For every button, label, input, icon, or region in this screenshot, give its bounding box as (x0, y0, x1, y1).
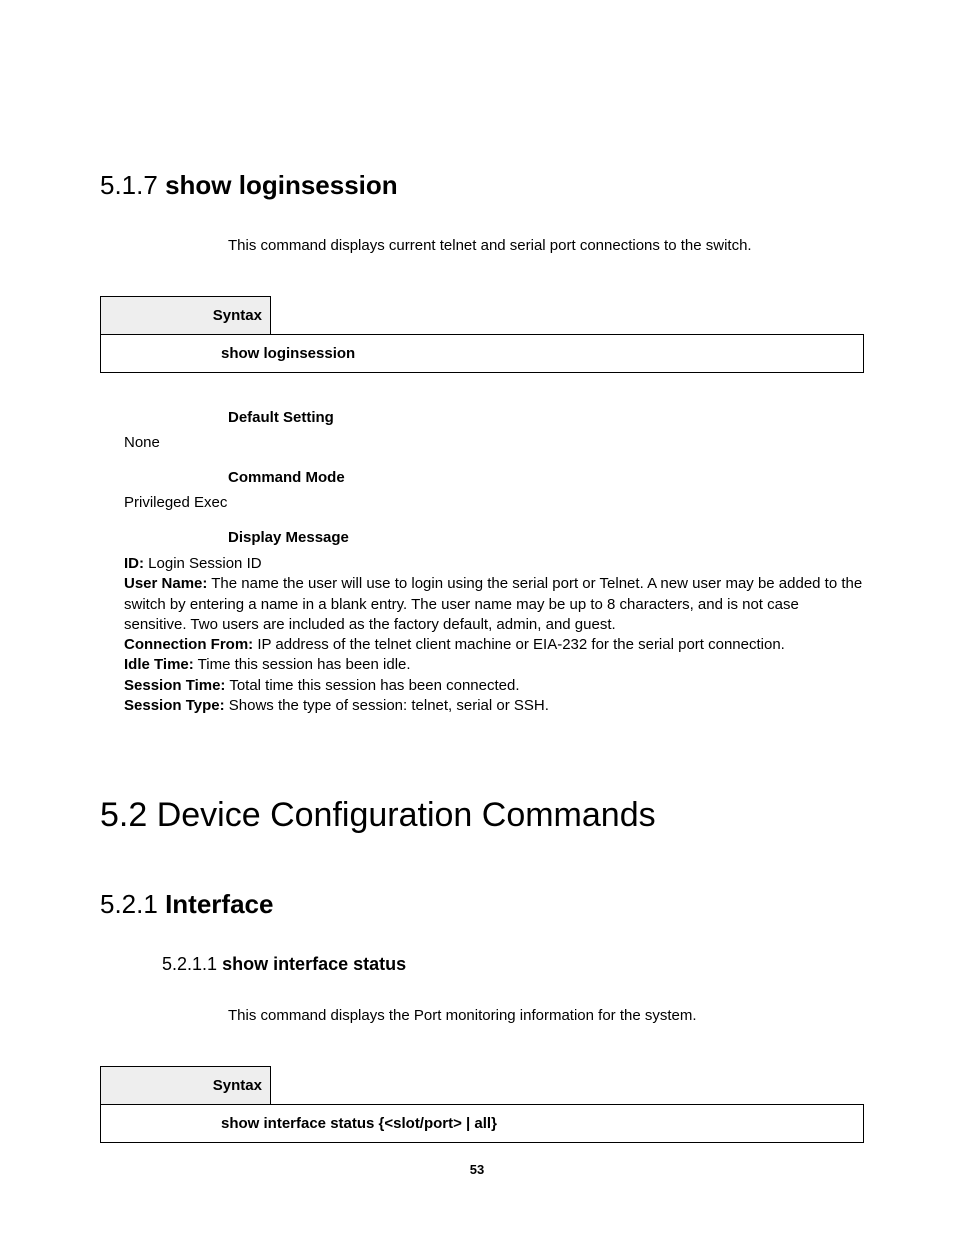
msg-val: Time this session has been idle. (194, 656, 411, 673)
msg-val: IP address of the telnet client machine … (253, 636, 785, 653)
display-message-label: Display Message (228, 529, 864, 546)
heading-5-2-1-1: 5.2.1.1 show interface status (162, 954, 864, 975)
heading-5-2: 5.2 Device Configuration Commands (100, 796, 864, 835)
msg-key: Connection From: (124, 636, 253, 653)
default-setting-value: None (124, 434, 864, 451)
heading-5-2-1: 5.2.1 Interface (100, 889, 864, 920)
msg-key: User Name: (124, 575, 207, 592)
heading-title: show loginsession (165, 170, 398, 200)
heading-number: 5.2.1.1 (162, 954, 217, 974)
msg-val: Total time this session has been connect… (225, 677, 519, 694)
msg-key: Session Time: (124, 677, 225, 694)
syntax-body: show loginsession (101, 335, 864, 373)
default-setting-label: Default Setting (228, 409, 864, 426)
section-description: This command displays current telnet and… (228, 235, 864, 256)
msg-val: The name the user will use to login usin… (124, 575, 862, 633)
msg-key: Session Type: (124, 697, 225, 714)
syntax-label: Syntax (101, 297, 271, 335)
msg-key: Idle Time: (124, 656, 194, 673)
section-description: This command displays the Port monitorin… (228, 1005, 864, 1026)
page-number: 53 (0, 1162, 954, 1177)
msg-key: ID: (124, 555, 144, 572)
msg-val: Shows the type of session: telnet, seria… (225, 697, 549, 714)
heading-number: 5.1.7 (100, 170, 158, 200)
msg-val: Login Session ID (144, 555, 262, 572)
empty-cell (271, 1067, 864, 1105)
heading-5-1-7: 5.1.7 show loginsession (100, 170, 864, 201)
display-message-block: ID: Login Session ID User Name: The name… (124, 554, 864, 716)
syntax-body: show interface status {<slot/port> | all… (101, 1105, 864, 1143)
command-mode-value: Privileged Exec (124, 494, 864, 511)
heading-title: Interface (165, 889, 273, 919)
command-mode-label: Command Mode (228, 469, 864, 486)
syntax-label: Syntax (101, 1067, 271, 1105)
heading-title: show interface status (222, 954, 406, 974)
syntax-table: Syntax show loginsession (100, 296, 864, 373)
empty-cell (271, 297, 864, 335)
syntax-table: Syntax show interface status {<slot/port… (100, 1066, 864, 1143)
heading-number: 5.2.1 (100, 889, 158, 919)
